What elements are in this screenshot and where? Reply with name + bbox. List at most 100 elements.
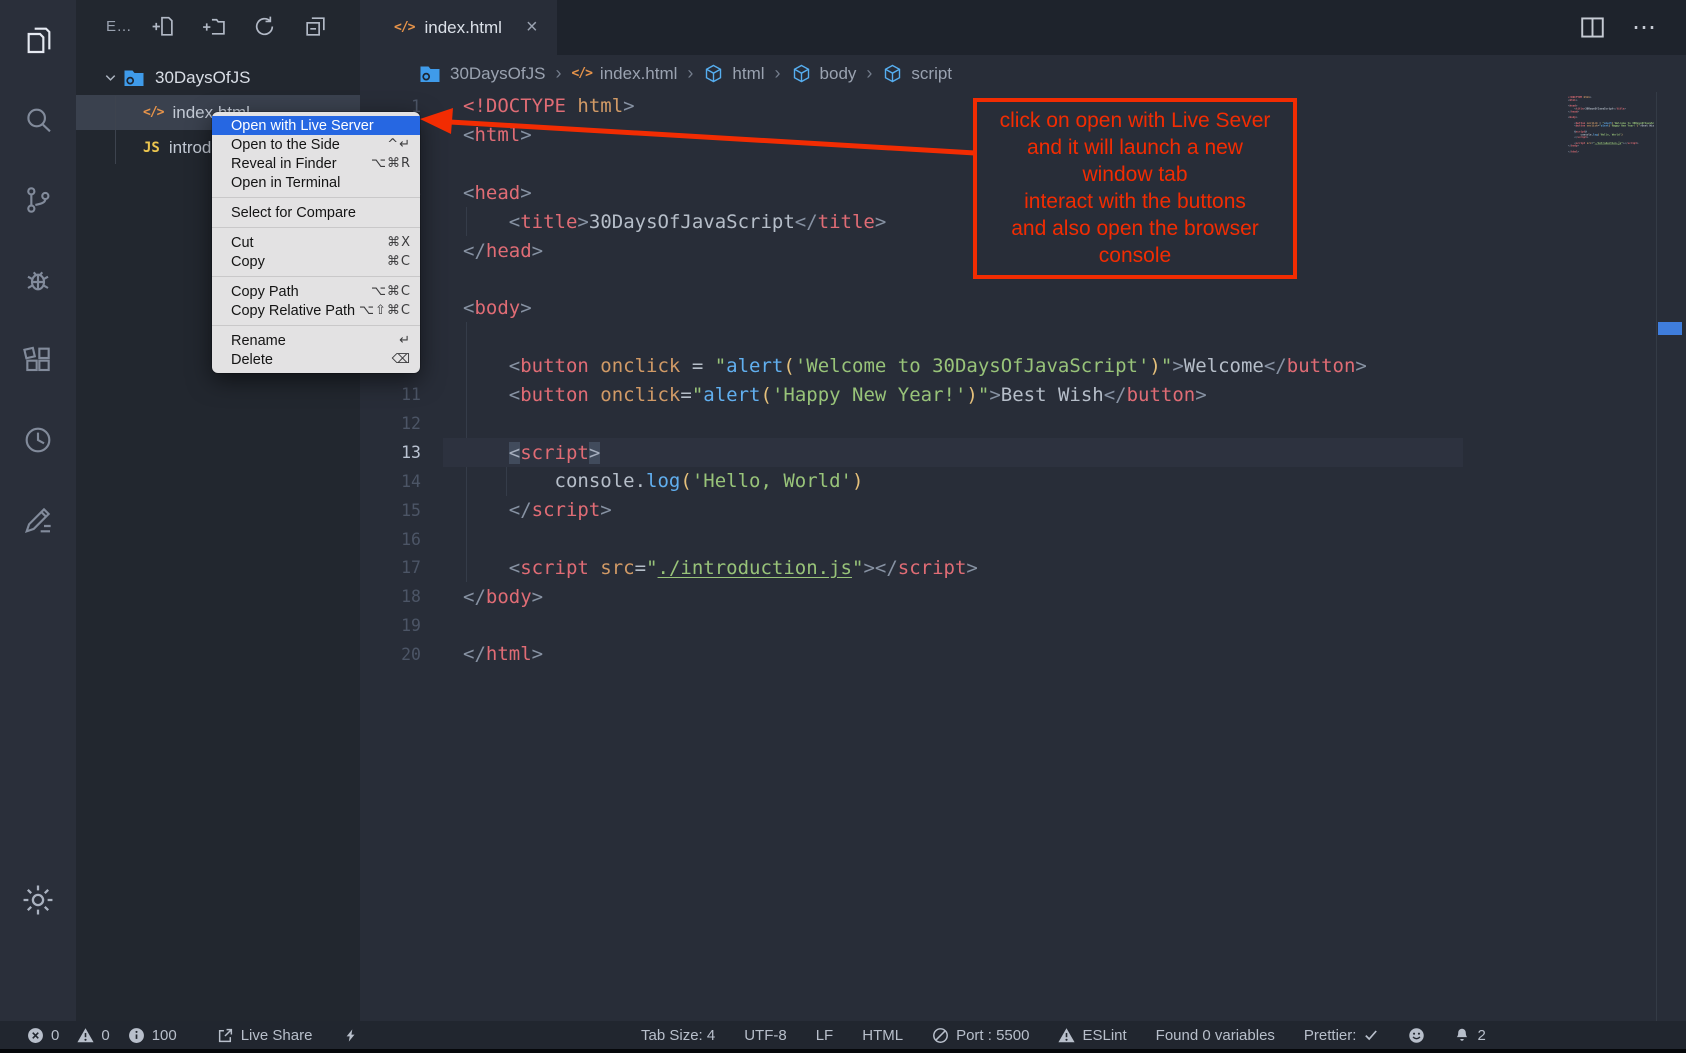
activity-item-feedback[interactable] bbox=[0, 480, 76, 560]
minimap[interactable]: <!DOCTYPE html><html> <head> <title>30Da… bbox=[1568, 96, 1654, 156]
activity-item-history[interactable] bbox=[0, 400, 76, 480]
status-item-info[interactable]: 100 bbox=[128, 1027, 177, 1044]
code-line-14[interactable]: 14 console.log('Hello, World') bbox=[360, 467, 1686, 496]
line-number: 11 bbox=[360, 385, 421, 404]
menu-item-delete[interactable]: Delete⌫ bbox=[212, 350, 420, 369]
menu-item-label: Rename bbox=[231, 333, 286, 349]
line-number: 14 bbox=[360, 472, 421, 491]
status-item-notifications[interactable]: 2 bbox=[1454, 1027, 1485, 1044]
code-line-18[interactable]: 18</body> bbox=[360, 582, 1686, 611]
activity-item-source-control[interactable] bbox=[0, 160, 76, 240]
tree-indent-guide bbox=[115, 96, 116, 164]
check-icon bbox=[1363, 1027, 1379, 1043]
menu-item-open-with-live-server[interactable]: Open with Live Server bbox=[212, 116, 420, 135]
status-item-errors[interactable]: 0 bbox=[27, 1027, 59, 1044]
menu-item-shortcut: ⌥⌘C bbox=[371, 284, 411, 299]
status-item-warnings[interactable]: 0 bbox=[77, 1027, 109, 1044]
activity-item-explorer[interactable] bbox=[0, 0, 76, 80]
annotation-line: click on open with Live Sever bbox=[977, 107, 1293, 134]
breadcrumb: 30DaysOfJS›</>index.html›html›body›scrip… bbox=[360, 55, 1686, 92]
annotation-line: interact with the buttons bbox=[977, 188, 1293, 215]
menu-item-label: Open in Terminal bbox=[231, 175, 340, 191]
status-right: Tab Size: 4 UTF-8 LF HTML Port : 5500 ESLint F… bbox=[641, 1021, 1486, 1049]
menu-item-copy[interactable]: Copy⌘C bbox=[212, 252, 420, 271]
refresh-icon[interactable] bbox=[252, 14, 277, 39]
status-item-variables[interactable]: Found 0 variables bbox=[1156, 1027, 1275, 1044]
activity-bar bbox=[0, 0, 76, 1021]
smiley-icon bbox=[1408, 1027, 1425, 1044]
code-line-20[interactable]: 20</html> bbox=[360, 640, 1686, 669]
warning-icon bbox=[77, 1027, 94, 1044]
menu-item-reveal-in-finder[interactable]: Reveal in Finder⌥⌘R bbox=[212, 154, 420, 173]
code-line-text: console.log('Hello, World') bbox=[463, 470, 863, 492]
new-file-icon[interactable] bbox=[150, 14, 175, 39]
status-item-eslint[interactable]: ESLint bbox=[1058, 1027, 1126, 1044]
status-item-feedback-smiley[interactable] bbox=[1408, 1027, 1425, 1044]
breadcrumb-item-body[interactable]: body bbox=[791, 63, 857, 84]
status-item-label: HTML bbox=[862, 1027, 903, 1044]
menu-item-rename[interactable]: Rename↵ bbox=[212, 331, 420, 350]
status-item-eol[interactable]: LF bbox=[816, 1027, 834, 1044]
activity-item-search[interactable] bbox=[0, 80, 76, 160]
context-menu: Open with Live ServerOpen to the Side^↵R… bbox=[212, 112, 420, 373]
code-line-16[interactable]: 16 bbox=[360, 525, 1686, 554]
code-line-11[interactable]: 11 <button onclick="alert('Happy New Yea… bbox=[360, 380, 1686, 409]
code-line-13[interactable]: 13 <script> bbox=[360, 438, 1686, 467]
menu-item-open-to-the-side[interactable]: Open to the Side^↵ bbox=[212, 135, 420, 154]
history-icon bbox=[22, 424, 54, 456]
status-item-lightning[interactable] bbox=[344, 1027, 358, 1044]
tab-index-html[interactable]: </> index.html × bbox=[360, 0, 557, 55]
code-line-text: <button onclick = "alert('Welcome to 30D… bbox=[463, 355, 1367, 377]
line-number: 19 bbox=[360, 616, 421, 635]
close-icon[interactable]: × bbox=[526, 16, 538, 39]
line-number: 12 bbox=[360, 414, 421, 433]
activity-item-run-debug[interactable] bbox=[0, 240, 76, 320]
breadcrumb-item-30daysofjs[interactable]: 30DaysOfJS bbox=[418, 62, 545, 86]
code-line-9[interactable]: 9 bbox=[360, 323, 1686, 352]
menu-item-copy-path[interactable]: Copy Path⌥⌘C bbox=[212, 282, 420, 301]
menu-item-label: Delete bbox=[231, 352, 273, 368]
status-item-live-server-port[interactable]: Port : 5500 bbox=[932, 1027, 1029, 1044]
code-line-17[interactable]: 17 <script src="./introduction.js"></scr… bbox=[360, 554, 1686, 583]
breadcrumb-label: html bbox=[732, 64, 764, 84]
activity-item-extensions[interactable] bbox=[0, 320, 76, 400]
code-line-10[interactable]: 10 <button onclick = "alert('Welcome to … bbox=[360, 352, 1686, 381]
split-editor-icon[interactable] bbox=[1578, 0, 1607, 55]
status-item-label: 100 bbox=[152, 1027, 177, 1044]
status-item-encoding[interactable]: UTF-8 bbox=[744, 1027, 787, 1044]
code-line-text: <script> bbox=[463, 442, 600, 464]
breadcrumb-item-script[interactable]: script bbox=[882, 63, 952, 84]
breadcrumb-item-html[interactable]: html bbox=[703, 63, 764, 84]
tree-item-30daysofjs[interactable]: 30DaysOfJS bbox=[76, 60, 360, 95]
collapse-all-icon[interactable] bbox=[303, 14, 328, 39]
lightning-icon bbox=[344, 1027, 358, 1044]
code-line-15[interactable]: 15 </script> bbox=[360, 496, 1686, 525]
menu-item-cut[interactable]: Cut⌘X bbox=[212, 233, 420, 252]
code-line-text: <head> bbox=[463, 182, 532, 204]
status-item-language-mode[interactable]: HTML bbox=[862, 1027, 903, 1044]
status-item-label: Port : 5500 bbox=[956, 1027, 1029, 1044]
menu-item-shortcut: ⌘X bbox=[387, 235, 411, 250]
status-item-label: ESLint bbox=[1082, 1027, 1126, 1044]
tree-item-label: 30DaysOfJS bbox=[155, 68, 250, 88]
chevron-down-icon[interactable] bbox=[103, 70, 118, 85]
menu-item-open-in-terminal[interactable]: Open in Terminal bbox=[212, 173, 420, 192]
menu-item-shortcut: ^↵ bbox=[387, 137, 411, 152]
line-number: 16 bbox=[360, 530, 421, 549]
code-line-19[interactable]: 19 bbox=[360, 611, 1686, 640]
breadcrumb-item-index-html[interactable]: </>index.html bbox=[571, 64, 677, 84]
status-item-prettier[interactable]: Prettier: bbox=[1304, 1027, 1380, 1044]
new-folder-icon[interactable] bbox=[201, 14, 226, 39]
code-line-12[interactable]: 12 bbox=[360, 409, 1686, 438]
symbol-icon bbox=[882, 63, 903, 84]
line-number: 15 bbox=[360, 501, 421, 520]
more-actions-icon[interactable]: ⋯ bbox=[1632, 0, 1657, 55]
line-number: 13 bbox=[360, 443, 421, 462]
code-line-8[interactable]: 8<body> bbox=[360, 294, 1686, 323]
status-item-tab-size[interactable]: Tab Size: 4 bbox=[641, 1027, 715, 1044]
activity-item-settings[interactable] bbox=[0, 872, 76, 928]
menu-item-select-for-compare[interactable]: Select for Compare bbox=[212, 203, 420, 222]
status-item-live-share[interactable]: Live Share bbox=[217, 1027, 313, 1044]
menu-item-copy-relative-path[interactable]: Copy Relative Path⌥⇧⌘C bbox=[212, 301, 420, 320]
sidebar-actions bbox=[150, 14, 328, 39]
